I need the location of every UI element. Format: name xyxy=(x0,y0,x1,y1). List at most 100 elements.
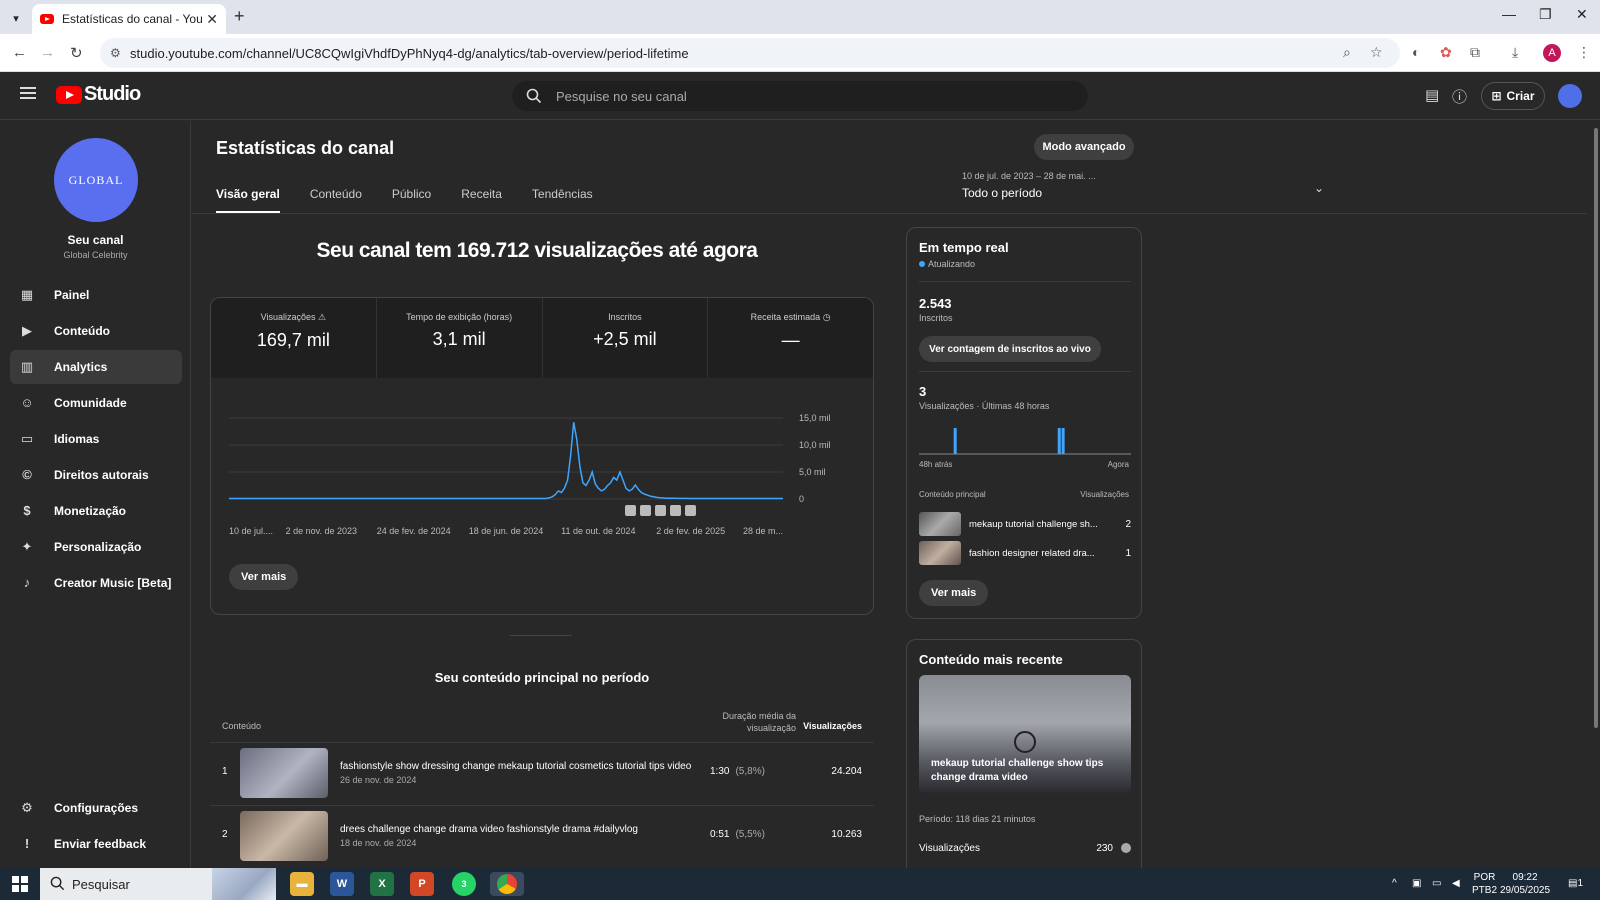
video-title[interactable]: fashionstyle show dressing change mekaup… xyxy=(340,761,700,772)
views-line-chart: 15,0 mil 10,0 mil 5,0 mil 0 10 de jul.... 2 d… xyxy=(229,413,831,536)
video-title[interactable]: drees challenge change drama video fashi… xyxy=(340,824,700,835)
metric-revenue[interactable]: Receita estimada ◷ — xyxy=(708,298,873,378)
more-menu-icon[interactable]: ⋮ xyxy=(1577,44,1591,61)
video-thumbnail[interactable] xyxy=(240,811,328,861)
forward-icon[interactable]: → xyxy=(40,44,55,61)
list-item[interactable]: fashion designer related dra... 1 xyxy=(919,541,1131,567)
sidebar-item-conteudo[interactable]: ▶ Conteúdo xyxy=(10,314,182,348)
create-button[interactable]: ⊞ Criar xyxy=(1481,82,1545,110)
see-more-button[interactable]: Ver mais xyxy=(229,564,299,590)
metric-subscribers[interactable]: Inscritos +2,5 mil xyxy=(542,298,709,378)
info-icon[interactable] xyxy=(1121,843,1131,853)
video-date: 26 de nov. de 2024 xyxy=(340,775,417,785)
tab-publico[interactable]: Público xyxy=(392,187,431,213)
account-avatar[interactable] xyxy=(1558,84,1582,108)
tab-search-icon[interactable]: ▾ xyxy=(6,8,26,28)
sidebar-item-painel[interactable]: ▦ Painel xyxy=(10,278,182,312)
bookmark-star-icon[interactable]: ☆ xyxy=(1370,44,1383,61)
search-input[interactable]: Pesquise no seu canal xyxy=(512,81,1088,111)
metric-watch-time[interactable]: Tempo de exibição (horas) 3,1 mil xyxy=(376,298,543,378)
recent-video-thumbnail[interactable]: mekaup tutorial challenge show tips chan… xyxy=(919,675,1131,793)
menu-icon[interactable] xyxy=(20,87,36,99)
period-range: 10 de jul. de 2023 – 28 de mai. ... xyxy=(962,171,1096,181)
advanced-mode-button[interactable]: Modo avançado xyxy=(1034,134,1134,160)
axis-now: Agora xyxy=(1107,460,1129,469)
reload-icon[interactable]: ↻ xyxy=(70,44,83,62)
file-explorer-icon[interactable]: ▬ xyxy=(290,872,314,896)
restore-icon[interactable]: ❐ xyxy=(1539,6,1552,23)
notifications-icon[interactable]: ▤1 xyxy=(1568,878,1583,889)
studio-logo[interactable]: Studio xyxy=(56,83,141,106)
powerpoint-icon[interactable]: P xyxy=(410,872,434,896)
browser-tab-bar: ▾ Estatísticas do canal - YouTube ✕ + — … xyxy=(0,0,1600,34)
sidebar-item-personalizacao[interactable]: ✦ Personalização xyxy=(10,530,182,564)
help-icon[interactable]: ⓘ xyxy=(1452,86,1467,107)
sidebar-item-creator-music[interactable]: ♪ Creator Music [Beta] xyxy=(10,566,182,600)
upload-marker-icon xyxy=(640,505,651,516)
axis-48h: 48h atrás xyxy=(919,460,953,469)
browser-profile-avatar[interactable]: A xyxy=(1543,44,1561,62)
channel-avatar[interactable]: GLOBAL xyxy=(54,138,138,222)
site-info-icon[interactable]: ⚙ xyxy=(110,46,121,60)
close-tab-icon[interactable]: ✕ xyxy=(206,11,218,28)
period-selector[interactable]: 10 de jul. de 2023 – 28 de mai. ... Todo… xyxy=(962,171,1324,200)
camera-icon[interactable]: ▣ xyxy=(1412,878,1421,889)
download-icon[interactable]: ⤓ xyxy=(1512,44,1518,61)
table-row[interactable]: 1 fashionstyle show dressing change meka… xyxy=(210,746,874,800)
windows-start-icon[interactable] xyxy=(12,876,28,892)
youtube-logo-icon xyxy=(56,85,82,104)
sidebar-item-idiomas[interactable]: ▭ Idiomas xyxy=(10,422,182,456)
whatsapp-icon[interactable]: 3 xyxy=(452,872,476,896)
puzzle-icon[interactable]: ⧉ xyxy=(1470,44,1480,61)
back-icon[interactable]: ← xyxy=(12,44,27,61)
extension-icon[interactable]: ◐ xyxy=(1412,44,1420,60)
tray-chevron-icon[interactable]: ^ xyxy=(1392,878,1397,889)
tab-conteudo[interactable]: Conteúdo xyxy=(310,187,362,213)
browser-tab[interactable]: Estatísticas do canal - YouTube ✕ xyxy=(32,4,226,34)
tab-tendencias[interactable]: Tendências xyxy=(532,187,593,213)
sidebar-item-feedback[interactable]: ! Enviar feedback xyxy=(10,827,182,861)
new-tab-icon[interactable]: + xyxy=(234,6,245,27)
url-field[interactable]: ⚙ studio.youtube.com/channel/UC8CQwIgiVh… xyxy=(100,38,1400,68)
recent-content-card: Conteúdo mais recente mekaup tutorial ch… xyxy=(906,639,1142,879)
analytics-icon: ▥ xyxy=(20,359,34,374)
excel-icon[interactable]: X xyxy=(370,872,394,896)
minimize-icon[interactable]: — xyxy=(1502,6,1516,22)
url-text: studio.youtube.com/channel/UC8CQwIgiVhdf… xyxy=(130,45,689,61)
list-item[interactable]: mekaup tutorial challenge sh... 2 xyxy=(919,512,1131,538)
col-header-duration[interactable]: Duração média da visualização xyxy=(676,710,796,734)
sidebar-item-direitos[interactable]: © Direitos autorais xyxy=(10,458,182,492)
subscriber-count: 2.543 xyxy=(919,296,952,311)
sidebar-item-comunidade[interactable]: ☺ Comunidade xyxy=(10,386,182,420)
messages-icon[interactable]: ▤ xyxy=(1425,86,1439,104)
metric-views[interactable]: Visualizações ⚠ 169,7 mil xyxy=(211,298,377,378)
video-date: 18 de nov. de 2024 xyxy=(340,838,417,848)
language-indicator[interactable]: POR PTB2 xyxy=(1472,871,1497,897)
tab-visao-geral[interactable]: Visão geral xyxy=(216,187,280,213)
network-icon[interactable]: ▭ xyxy=(1432,878,1441,889)
scrollbar-thumb[interactable] xyxy=(1594,128,1598,728)
realtime-views: 3 xyxy=(919,384,927,399)
views-series-line xyxy=(229,422,783,500)
views-chart: 15,0 mil 10,0 mil 5,0 mil 0 10 de jul.... 2 d… xyxy=(211,378,873,558)
community-icon: ☺ xyxy=(20,395,34,410)
volume-icon[interactable]: ◀ xyxy=(1452,878,1460,889)
col-header-views[interactable]: Visualizações xyxy=(790,721,862,731)
tab-receita[interactable]: Receita xyxy=(461,187,502,213)
sidebar-item-monetizacao[interactable]: $ Monetização xyxy=(10,494,182,528)
video-thumbnail xyxy=(919,541,961,565)
clock[interactable]: 09:22 29/05/2025 xyxy=(1500,871,1550,897)
taskbar-search[interactable]: Pesquisar xyxy=(40,868,276,900)
close-window-icon[interactable]: ✕ xyxy=(1576,6,1588,23)
live-subscriber-count-button[interactable]: Ver contagem de inscritos ao vivo xyxy=(919,336,1101,362)
sidebar-item-analytics[interactable]: ▥ Analytics xyxy=(10,350,182,384)
table-row[interactable]: 2 drees challenge change drama video fas… xyxy=(210,809,874,863)
word-icon[interactable]: W xyxy=(330,872,354,896)
extension-color-icon[interactable]: ✿ xyxy=(1440,44,1452,61)
sidebar-item-configuracoes[interactable]: ⚙ Configurações xyxy=(10,791,182,825)
zoom-icon[interactable]: ⌕ xyxy=(1343,44,1351,61)
video-thumbnail[interactable] xyxy=(240,748,328,798)
content-icon: ▶ xyxy=(22,323,32,338)
chrome-icon[interactable] xyxy=(490,872,524,896)
realtime-see-more-button[interactable]: Ver mais xyxy=(919,580,989,606)
